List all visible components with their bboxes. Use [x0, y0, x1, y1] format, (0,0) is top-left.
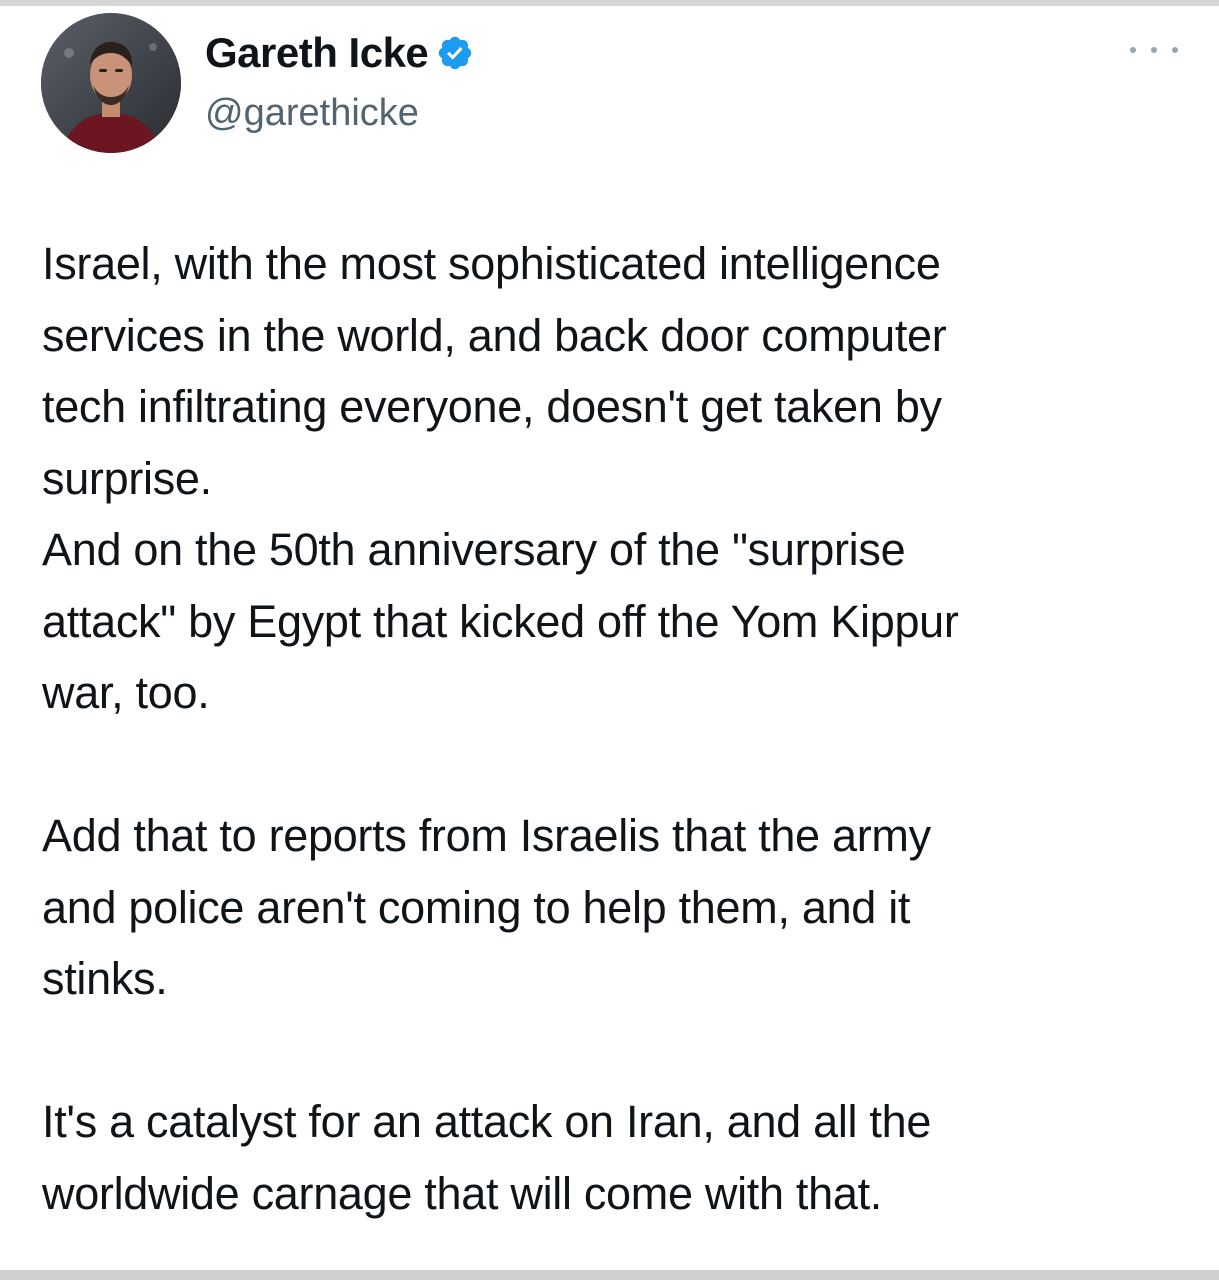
verified-badge-icon [439, 36, 472, 70]
tweet-line: and police aren't coming to help them, a… [42, 881, 911, 933]
tweet-line: It's a catalyst for an attack on Iran, a… [42, 1096, 932, 1147]
profile-photo-icon [41, 13, 181, 153]
tweet-line: worldwide carnage that will come with th… [42, 1167, 882, 1219]
tweet-line: Israel, with the most sophisticated inte… [42, 238, 941, 289]
tweet-line: attack" by Egypt that kicked off the Yom… [42, 595, 959, 647]
top-border [0, 0, 1219, 6]
more-dot [1151, 47, 1157, 53]
tweet-paragraph: Israel, with the most sophisticated inte… [42, 228, 1192, 729]
more-dot [1172, 47, 1178, 53]
tweet-line: And on the 50th anniversary of the "surp… [42, 524, 906, 575]
tweet-line: tech infiltrating everyone, doesn't get … [42, 381, 942, 432]
tweet-line: Add that to reports from Israelis that t… [42, 810, 931, 861]
author-name-text[interactable]: Gareth Icke [205, 28, 429, 78]
more-dot [1130, 47, 1136, 53]
tweet-text: Israel, with the most sophisticated inte… [42, 228, 1192, 1229]
avatar[interactable] [41, 13, 181, 153]
tweet-line: surprise. [42, 452, 212, 504]
tweet-screenshot: Gareth Icke @garethicke Israel, with the… [0, 0, 1219, 1280]
author-handle[interactable]: @garethicke [205, 90, 419, 136]
tweet-paragraph: It's a catalyst for an attack on Iran, a… [42, 1086, 1192, 1229]
bottom-border [0, 1270, 1219, 1280]
tweet-line: stinks. [42, 953, 168, 1004]
author-display-name[interactable]: Gareth Icke [205, 28, 474, 78]
tweet-line: war, too. [42, 667, 210, 718]
tweet-paragraph: Add that to reports from Israelis that t… [42, 800, 1192, 1015]
more-options-icon[interactable] [1130, 38, 1178, 62]
tweet-line: services in the world, and back door com… [42, 309, 947, 361]
